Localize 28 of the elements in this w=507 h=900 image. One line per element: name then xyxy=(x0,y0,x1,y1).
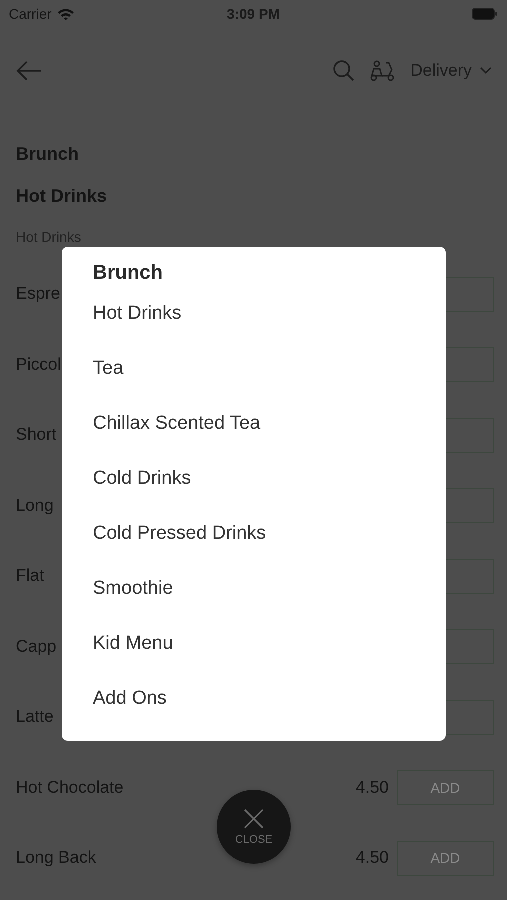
menu-item[interactable]: Hot Drinks xyxy=(93,286,426,341)
item-name: Espre xyxy=(16,284,60,304)
item-name: Piccol xyxy=(16,354,62,375)
item-price: 4.50 xyxy=(356,778,389,798)
menu-item[interactable]: Cold Drinks xyxy=(93,451,426,506)
item-name: Flat xyxy=(16,566,44,586)
menu-item[interactable]: Chillax Scented Tea xyxy=(93,396,426,451)
close-icon xyxy=(244,808,264,828)
menu-item[interactable]: Cold Pressed Drinks xyxy=(93,506,426,561)
item-name: Long xyxy=(16,496,54,516)
menu-item[interactable]: Add Ons xyxy=(93,671,426,726)
carrier-label: Carrier xyxy=(9,6,52,22)
battery-icon xyxy=(472,8,498,20)
chevron-down-icon xyxy=(480,67,492,75)
item-name: Hot Chocolate xyxy=(16,778,124,798)
menu-title: Brunch xyxy=(93,261,164,286)
item-name: Capp xyxy=(16,636,57,657)
item-name: Latte xyxy=(16,707,54,728)
item-price: 4.50 xyxy=(356,848,389,868)
wifi-icon xyxy=(56,8,75,20)
menu-item[interactable]: Tea xyxy=(93,341,426,396)
menu-item[interactable]: Kid Menu xyxy=(93,616,426,671)
scooter-icon xyxy=(368,60,397,82)
search-icon[interactable] xyxy=(332,60,355,82)
item-name: Short xyxy=(16,425,57,446)
item-name: Long Back xyxy=(16,848,96,868)
menu-item[interactable]: Smoothie xyxy=(93,561,426,616)
back-arrow-icon[interactable] xyxy=(16,61,42,81)
